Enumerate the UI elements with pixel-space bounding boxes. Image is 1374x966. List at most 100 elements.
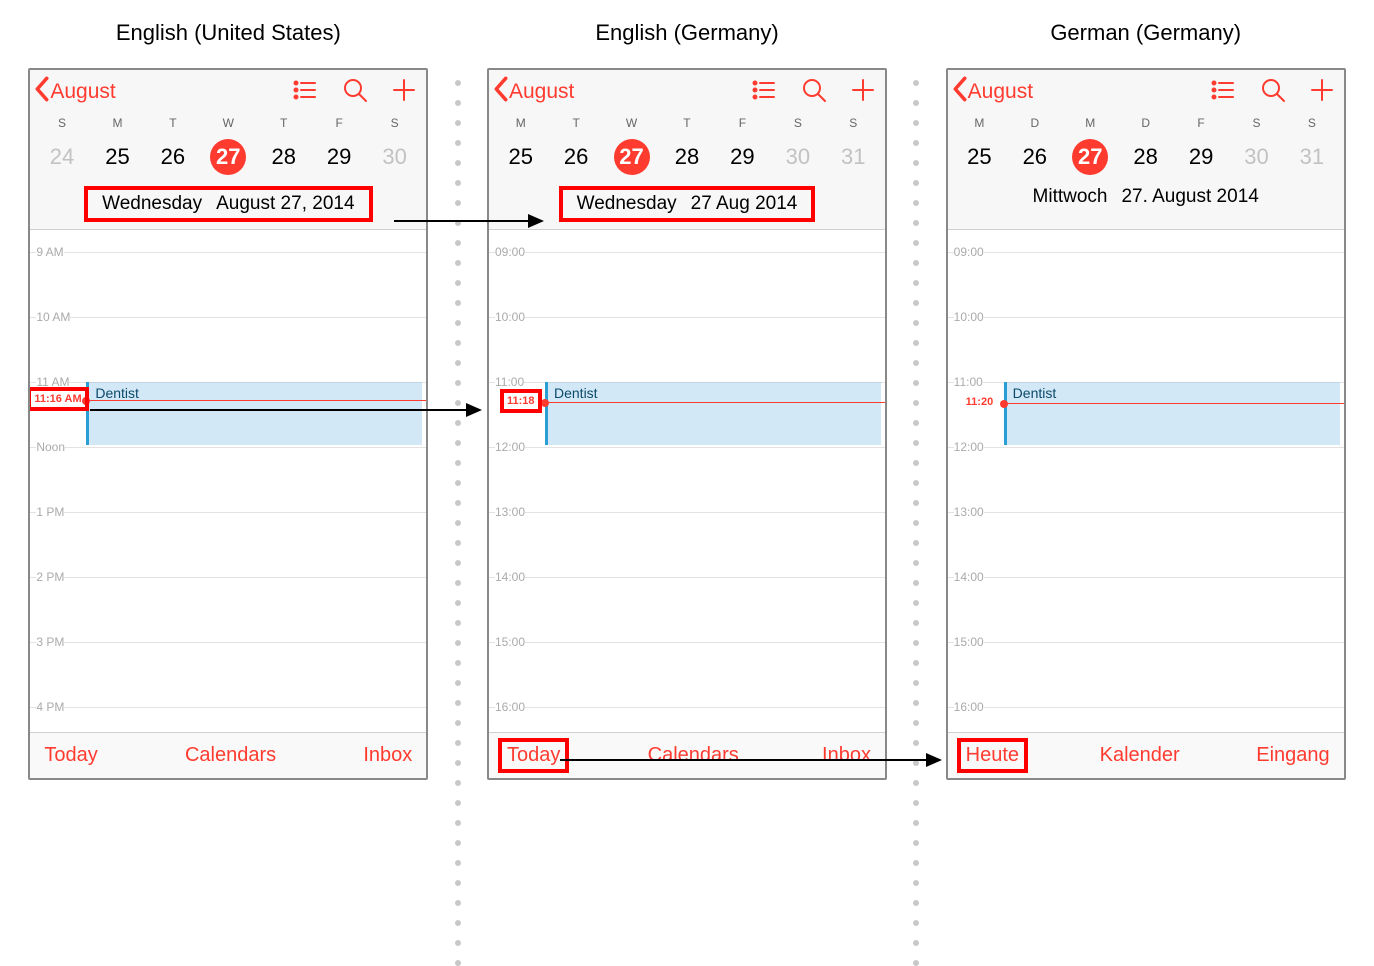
- weekday-letter: T: [145, 116, 200, 130]
- day-cell[interactable]: 26: [548, 138, 603, 176]
- arrow-date-format: [394, 220, 542, 222]
- day-cell[interactable]: 25: [493, 138, 548, 176]
- calendar-event[interactable]: Dentist: [1004, 382, 1340, 445]
- date-label: 27. August 2014: [1121, 186, 1258, 208]
- day-cell[interactable]: 29: [1173, 138, 1228, 176]
- day-timeline[interactable]: 09:0010:0011:0012:0013:0014:0015:0016:00…: [489, 230, 885, 732]
- back-button[interactable]: August: [493, 76, 574, 108]
- hour-gridline: 13:00: [489, 512, 885, 513]
- day-cell[interactable]: 30: [1229, 138, 1284, 176]
- day-cell[interactable]: 31: [826, 138, 881, 176]
- hour-gridline: Noon: [30, 447, 426, 448]
- hour-label: 3 PM: [36, 635, 64, 649]
- day-cell[interactable]: 28: [1118, 138, 1173, 176]
- day-cell[interactable]: 25: [90, 138, 145, 176]
- hour-gridline: 10:00: [948, 317, 1344, 318]
- hour-label: 1 PM: [36, 505, 64, 519]
- hour-gridline: 15:00: [489, 642, 885, 643]
- weekday-letter: T: [548, 116, 603, 130]
- day-cell[interactable]: 28: [659, 138, 714, 176]
- locale-label: German (Germany): [1050, 20, 1241, 46]
- current-time-indicator: [1004, 403, 1344, 404]
- today-button[interactable]: Today: [503, 743, 564, 768]
- hour-label: 13:00: [495, 505, 525, 519]
- chevron-left-icon: [493, 76, 509, 108]
- day-timeline[interactable]: 09:0010:0011:0012:0013:0014:0015:0016:00…: [948, 230, 1344, 732]
- hour-label: 11 AM: [36, 375, 69, 389]
- hour-label: 10:00: [954, 310, 984, 324]
- hour-label: 12:00: [495, 440, 525, 454]
- hour-label: 15:00: [954, 635, 984, 649]
- hour-label: 13:00: [954, 505, 984, 519]
- list-view-button[interactable]: [1210, 77, 1236, 108]
- day-cell[interactable]: 28: [256, 138, 311, 176]
- search-button[interactable]: [1260, 77, 1286, 108]
- hour-label: 09:00: [954, 245, 984, 259]
- separator: [455, 20, 461, 966]
- day-timeline[interactable]: 9 AM10 AM11 AMNoon1 PM2 PM3 PM4 PMDentis…: [30, 230, 426, 732]
- day-cell[interactable]: 30: [770, 138, 825, 176]
- calendars-button[interactable]: Kalender: [1100, 744, 1180, 767]
- weekday-letter: M: [1063, 116, 1118, 130]
- back-button[interactable]: August: [34, 76, 115, 108]
- weekday-letter: F: [1173, 116, 1228, 130]
- search-icon: [1260, 77, 1286, 108]
- list-view-button[interactable]: [292, 77, 318, 108]
- add-event-button[interactable]: [392, 78, 416, 107]
- inbox-button[interactable]: Eingang: [1256, 744, 1329, 767]
- back-month-label: August: [968, 80, 1033, 104]
- weekday-letter: S: [770, 116, 825, 130]
- arrow-time-format: [90, 409, 480, 411]
- hour-gridline: 09:00: [948, 252, 1344, 253]
- weekday-label: Mittwoch: [1033, 186, 1108, 208]
- back-month-label: August: [50, 80, 115, 104]
- back-month-label: August: [509, 80, 574, 104]
- calendars-button[interactable]: Calendars: [185, 744, 276, 767]
- plus-icon: [392, 78, 416, 107]
- day-cell[interactable]: 26: [1007, 138, 1062, 176]
- hour-label: 11:00: [954, 375, 983, 389]
- phone-frame: AugustSMTWTFS24252627282930WednesdayAugu…: [28, 68, 428, 780]
- list-icon: [292, 77, 318, 108]
- day-cell[interactable]: 29: [311, 138, 366, 176]
- hour-gridline: 10 AM: [30, 317, 426, 318]
- search-button[interactable]: [342, 77, 368, 108]
- date-label: August 27, 2014: [216, 193, 354, 215]
- day-cell[interactable]: 25: [952, 138, 1007, 176]
- day-cell[interactable]: 31: [1284, 138, 1339, 176]
- list-view-button[interactable]: [751, 77, 777, 108]
- day-cell[interactable]: 30: [367, 138, 422, 176]
- arrow-translation: [560, 759, 940, 761]
- hour-gridline: 14:00: [948, 577, 1344, 578]
- hour-label: 15:00: [495, 635, 525, 649]
- hour-gridline: 13:00: [948, 512, 1344, 513]
- day-cell[interactable]: 26: [145, 138, 200, 176]
- phone-frame: AugustMDMDFSS25262728293031Mittwoch27. A…: [946, 68, 1346, 780]
- calendars-button[interactable]: Calendars: [648, 744, 739, 767]
- calendar-event[interactable]: Dentist: [545, 382, 881, 445]
- hour-gridline: 10:00: [489, 317, 885, 318]
- current-time-label: 11:18: [505, 394, 537, 408]
- today-button[interactable]: Heute: [962, 743, 1023, 768]
- weekday-letter: W: [604, 116, 659, 130]
- weekday-letter: M: [493, 116, 548, 130]
- hour-label: 16:00: [954, 700, 984, 714]
- hour-gridline: 16:00: [948, 707, 1344, 708]
- add-event-button[interactable]: [851, 78, 875, 107]
- back-button[interactable]: August: [952, 76, 1033, 108]
- search-button[interactable]: [801, 77, 827, 108]
- day-cell[interactable]: 24: [34, 138, 89, 176]
- day-cell[interactable]: 27: [1063, 138, 1118, 176]
- search-icon: [342, 77, 368, 108]
- date-label: 27 Aug 2014: [691, 193, 798, 215]
- inbox-button[interactable]: Inbox: [822, 744, 871, 767]
- current-time-label: 11:16 AM: [32, 392, 83, 406]
- day-cell[interactable]: 29: [715, 138, 770, 176]
- calendar-event[interactable]: Dentist: [86, 382, 422, 445]
- today-button[interactable]: Today: [44, 744, 97, 767]
- day-cell[interactable]: 27: [604, 138, 659, 176]
- day-cell[interactable]: 27: [201, 138, 256, 176]
- inbox-button[interactable]: Inbox: [363, 744, 412, 767]
- add-event-button[interactable]: [1310, 78, 1334, 107]
- current-time-label: 11:20: [964, 395, 996, 409]
